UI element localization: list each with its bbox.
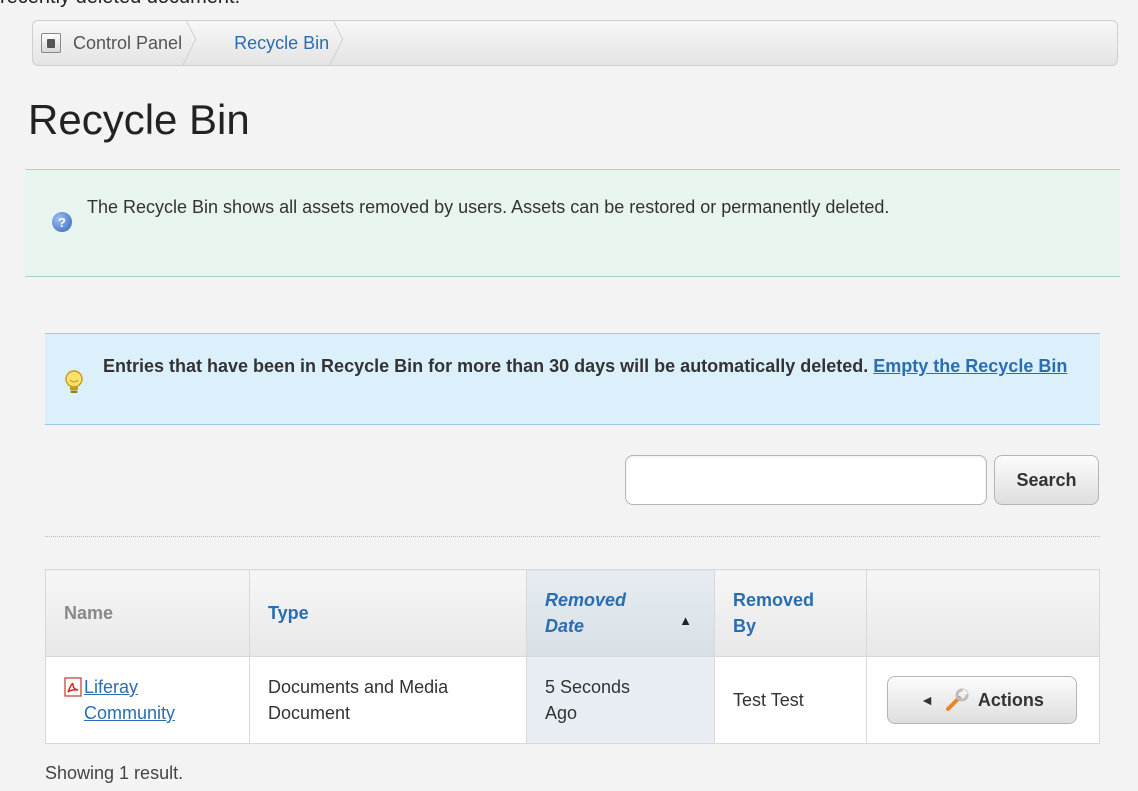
column-header-label: Removed By (733, 590, 815, 636)
column-header-name: Name (45, 569, 250, 657)
auto-delete-tip-text: Entries that have been in Recycle Bin fo… (103, 351, 1083, 381)
recycle-bin-page: recently deleted document. Control Panel… (0, 0, 1138, 791)
actions-label: Actions (977, 690, 1044, 710)
column-header-type[interactable]: Type (249, 569, 527, 657)
cell-removed-date: 5 Seconds Ago (526, 656, 715, 744)
auto-delete-tip: Entries that have been in Recycle Bin fo… (45, 333, 1100, 425)
column-header-label: Removed Date (545, 590, 627, 636)
sort-ascending-icon: ▲ (679, 613, 692, 628)
lightbulb-icon (65, 370, 83, 393)
info-message: ? The Recycle Bin shows all assets remov… (25, 169, 1120, 277)
cell-actions: ◄ Actions (866, 656, 1100, 744)
column-header-removed-by[interactable]: Removed By (714, 569, 867, 657)
pdf-icon (64, 677, 82, 697)
table-header-row: Name Type Removed Date ▲ Removed By (45, 569, 1100, 657)
column-header-removed-date[interactable]: Removed Date ▲ (526, 569, 715, 657)
cell-removed-by: Test Test (714, 656, 867, 744)
breadcrumb-item-recycle-bin[interactable]: Recycle Bin (216, 21, 363, 65)
cell-removed-date-text: 5 Seconds Ago (545, 677, 631, 723)
page-caption: recently deleted document. (0, 0, 240, 9)
cell-name: Liferay Community (45, 656, 250, 744)
search-button[interactable]: Search (994, 455, 1099, 505)
actions-menu-button[interactable]: ◄ Actions (887, 676, 1077, 724)
menu-arrow-icon: ◄ (920, 692, 934, 708)
recycle-bin-table: Name Type Removed Date ▲ Removed By Life… (45, 569, 1100, 744)
column-header-actions (866, 569, 1100, 657)
breadcrumb-label: Control Panel (73, 32, 183, 53)
breadcrumb: Control Panel Recycle Bin (32, 20, 1118, 66)
result-count: Showing 1 result. (45, 763, 184, 783)
breadcrumb-item-control-panel[interactable]: Control Panel (33, 21, 216, 65)
cell-type: Documents and Media Document (249, 656, 527, 744)
search-input[interactable] (625, 455, 987, 505)
empty-recycle-bin-link[interactable]: Empty the Recycle Bin (873, 356, 1067, 376)
wrench-icon (945, 688, 969, 711)
cell-type-text: Documents and Media Document (268, 677, 449, 723)
breadcrumb-label: Recycle Bin (234, 32, 330, 53)
document-link[interactable]: Liferay Community (84, 674, 214, 726)
separator (45, 536, 1100, 537)
control-panel-icon (41, 33, 61, 53)
tip-message: Entries that have been in Recycle Bin fo… (103, 356, 869, 376)
info-icon: ? (52, 212, 72, 232)
info-message-text: The Recycle Bin shows all assets removed… (87, 197, 890, 217)
page-title: Recycle Bin (28, 96, 250, 143)
table-row: Liferay Community Documents and Media Do… (45, 656, 1100, 744)
